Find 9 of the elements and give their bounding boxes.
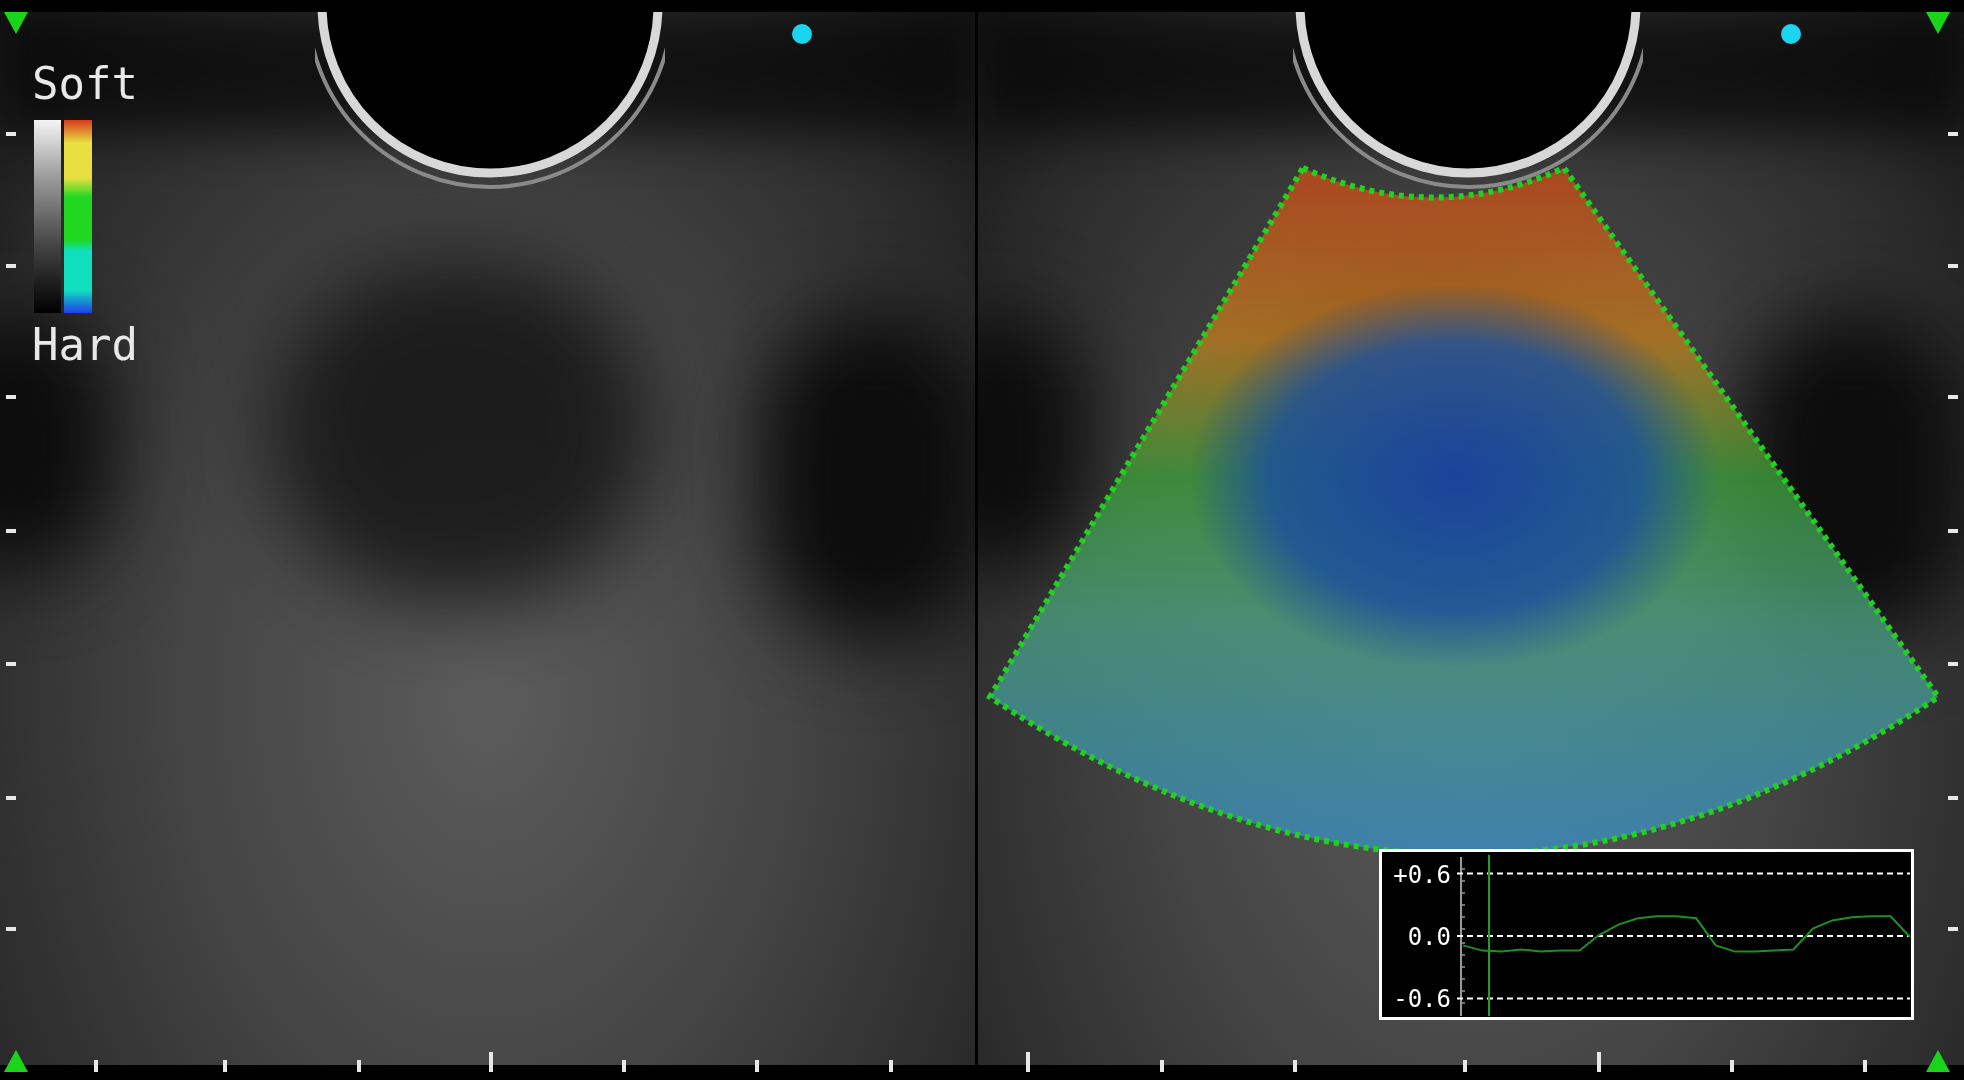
triangle-icon xyxy=(4,12,28,34)
scale-top-label: Soft xyxy=(32,62,138,106)
y-tick-label: -0.6 xyxy=(1393,987,1451,1012)
triangle-icon xyxy=(4,1050,28,1072)
triangle-icon xyxy=(1926,1050,1950,1072)
y-tick-label: 0.0 xyxy=(1407,925,1451,949)
triangle-icon xyxy=(1926,12,1950,34)
scale-bottom-label: Hard xyxy=(32,323,138,367)
y-tick-label: +0.6 xyxy=(1393,862,1451,887)
